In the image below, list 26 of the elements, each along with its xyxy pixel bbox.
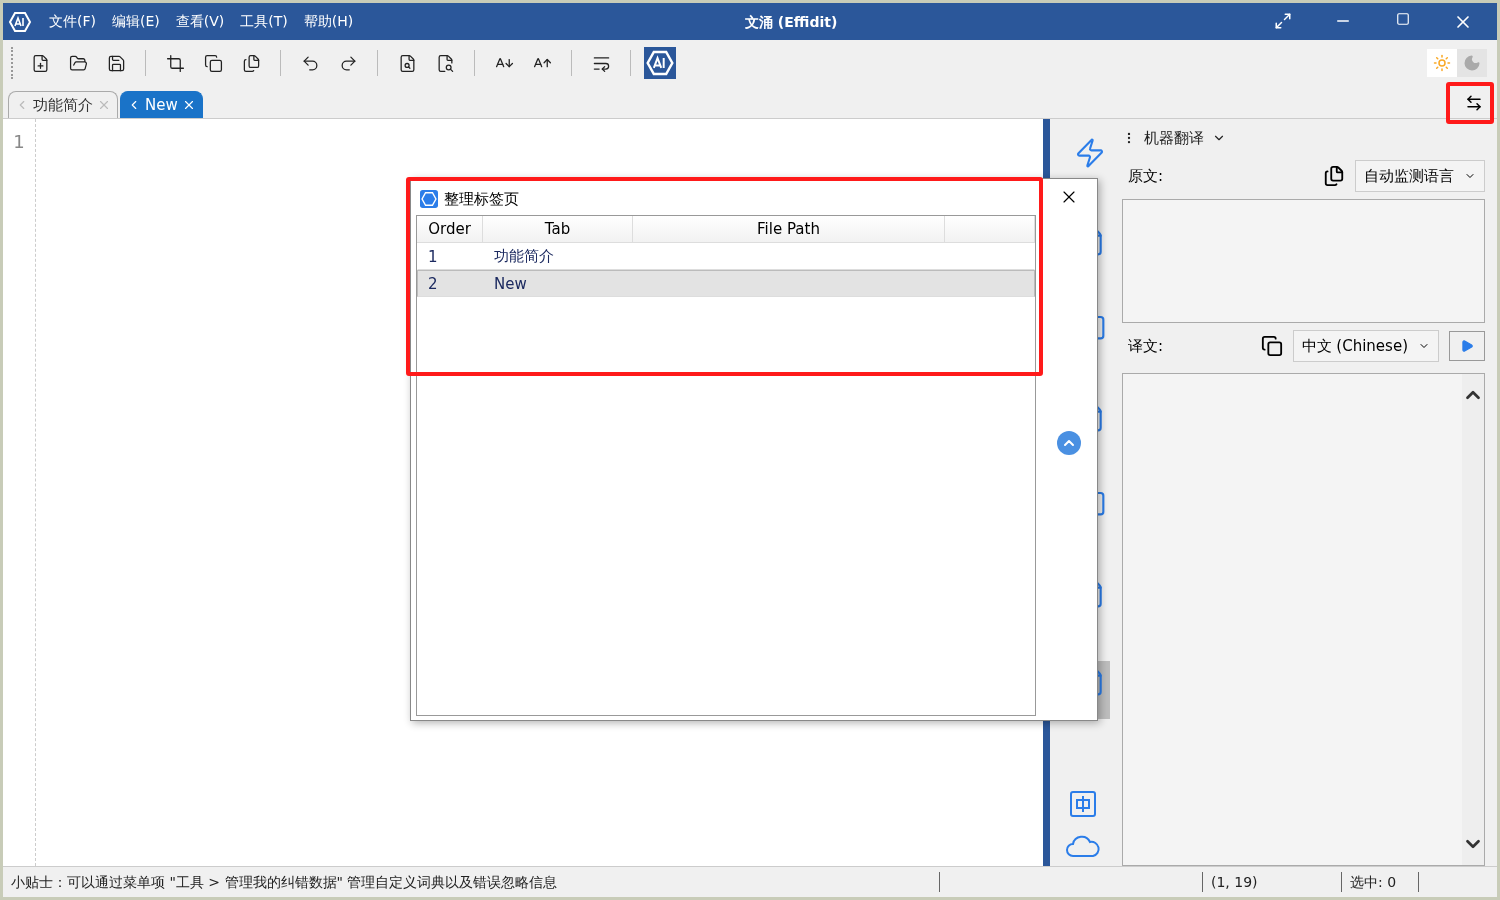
- menu-item[interactable]: 编辑(E): [112, 12, 160, 31]
- target-label: 译文:: [1128, 336, 1164, 356]
- menu-item[interactable]: 工具(T): [240, 12, 288, 31]
- menu-item[interactable]: 文件(F): [49, 12, 96, 31]
- target-language-select[interactable]: 中文 (Chinese): [1292, 330, 1439, 362]
- source-label: 原文:: [1128, 166, 1164, 186]
- table-row[interactable]: 2 New: [417, 270, 1035, 297]
- dialog-title: 整理标签页: [444, 189, 519, 209]
- table-cell-text: 2: [427, 274, 439, 293]
- status-tip: 小贴士：可以通过菜单项 "工具 > 管理我的纠错数据" 管理自定义词典以及错误忽略信息: [3, 872, 940, 892]
- line-number: 1: [12, 131, 26, 152]
- column-header[interactable]: Order: [417, 216, 483, 242]
- panel-title[interactable]: 机器翻译: [1144, 128, 1204, 148]
- table-cell-text: New: [493, 274, 528, 293]
- selection-count: 选中: 0: [1342, 872, 1419, 892]
- document-tab[interactable]: 功能简介: [8, 91, 118, 118]
- column-header[interactable]: Tab: [483, 216, 633, 242]
- column-header[interactable]: File Path: [633, 216, 945, 242]
- cursor-position: (1, 19): [1203, 872, 1342, 892]
- table-cell-text: 1: [427, 247, 439, 266]
- menu-item[interactable]: 查看(V): [175, 12, 225, 31]
- document-tab[interactable]: New: [120, 91, 203, 118]
- window-title: 文涌 (Effidit): [745, 14, 838, 32]
- menu-item[interactable]: 帮助(H): [303, 12, 354, 31]
- table-cell-text: 功能简介: [493, 247, 555, 266]
- source-language-select[interactable]: 自动监测语言: [1355, 160, 1485, 192]
